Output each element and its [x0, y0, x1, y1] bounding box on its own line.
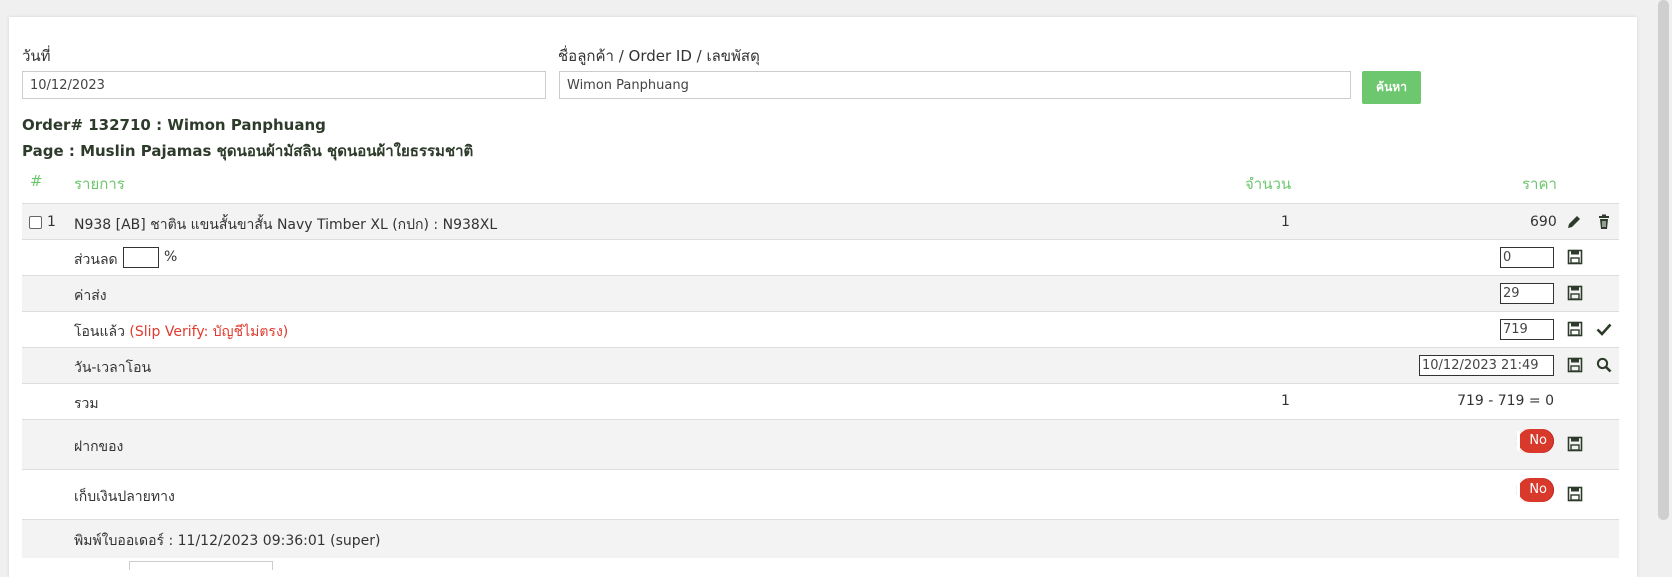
header-number: #	[30, 172, 43, 190]
transfer-datetime-label: วัน-เวลาโอน	[74, 360, 152, 376]
header-price: ราคา	[1522, 175, 1557, 193]
shipping-value-input[interactable]	[1500, 283, 1554, 304]
table-row-discount	[22, 239, 1619, 276]
item-index: 1	[47, 214, 56, 230]
deposit-toggle[interactable]: No	[1516, 429, 1554, 453]
save-icon[interactable]	[1567, 486, 1583, 502]
total-label: รวม	[74, 396, 99, 412]
cod-label: เก็บเงินปลายทาง	[74, 489, 175, 505]
table-row-shipping	[22, 275, 1619, 312]
vertical-scrollbar[interactable]	[1655, 0, 1672, 566]
transferred-label: โอนแล้ว (Slip Verify: บัญชีไม่ตรง)	[74, 321, 288, 343]
total-summary: 719 - 719 = 0	[1457, 393, 1554, 409]
save-icon[interactable]	[1567, 357, 1583, 373]
deposit-label: ฝากของ	[74, 439, 124, 455]
header-item: รายการ	[74, 175, 125, 193]
save-icon[interactable]	[1567, 321, 1583, 337]
search-button[interactable]: ค้นหา	[1362, 71, 1421, 104]
discount-value-input[interactable]	[1500, 247, 1554, 268]
trash-icon[interactable]	[1596, 214, 1612, 230]
item-quantity: 1	[1281, 214, 1290, 230]
transferred-value-input[interactable]	[1500, 319, 1554, 340]
total-quantity: 1	[1281, 393, 1290, 409]
shipping-label: ค่าส่ง	[74, 288, 107, 304]
customer-search-label: ชื่อลูกค้า / Order ID / เลขพัสดุ	[558, 47, 760, 65]
save-icon[interactable]	[1567, 436, 1583, 452]
table-row-transfer-datetime	[22, 347, 1619, 384]
item-price: 690	[1530, 214, 1557, 230]
slip-verify-note: (Slip Verify: บัญชีไม่ตรง)	[129, 324, 289, 340]
date-label: วันที่	[22, 47, 51, 65]
order-page: Page : Muslin Pajamas ชุดนอนผ้ามัสลิน ชุ…	[22, 142, 474, 160]
date-input[interactable]	[22, 71, 546, 99]
discount-percent-input[interactable]	[123, 247, 159, 268]
table-row-total	[22, 383, 1619, 420]
pencil-icon[interactable]	[1566, 214, 1582, 230]
discount-label: ส่วนลด	[74, 252, 118, 268]
transferred-label-text: โอนแล้ว	[74, 324, 125, 340]
item-checkbox[interactable]	[29, 216, 42, 229]
save-icon[interactable]	[1567, 249, 1583, 265]
print-info: พิมพ์ใบออเดอร์ : 11/12/2023 09:36:01 (su…	[74, 533, 381, 549]
table-row-cod	[22, 469, 1619, 520]
percent-sign: %	[164, 249, 178, 265]
cod-toggle[interactable]: No	[1516, 478, 1554, 502]
table-row-deposit	[22, 419, 1619, 470]
search-icon[interactable]	[1596, 357, 1612, 373]
order-title: Order# 132710 : Wimon Panphuang	[22, 116, 326, 134]
item-name: N938 [AB] ชาติน แขนสั้นขาสั้น Navy Timbe…	[74, 217, 498, 233]
header-quantity: จำนวน	[1245, 175, 1292, 193]
transfer-datetime-input[interactable]	[1419, 355, 1554, 376]
save-icon[interactable]	[1567, 285, 1583, 301]
customer-search-input[interactable]	[559, 71, 1351, 99]
scrollbar-thumb[interactable]	[1658, 0, 1669, 520]
checkmark-icon[interactable]	[1596, 321, 1612, 337]
